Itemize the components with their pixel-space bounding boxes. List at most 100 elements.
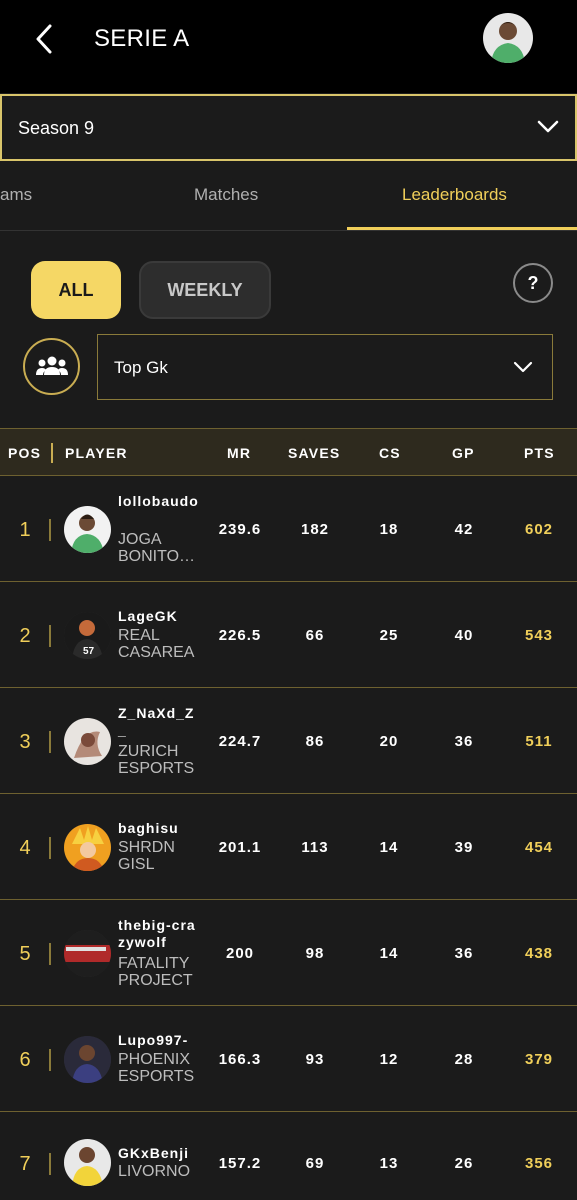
col-pos: POS (8, 445, 42, 461)
season-dropdown[interactable]: Season 9 (0, 94, 577, 161)
player-avatar: 57 (64, 612, 111, 659)
table-row[interactable]: 3 Z_NaXd_Z_ ZURICH ESPORTS 224.7 86 20 3… (0, 689, 577, 794)
stat-saves: 93 (305, 1051, 325, 1068)
stat-gp: 36 (454, 945, 474, 962)
player-team: JOGA BONITO… (118, 531, 196, 565)
stat-cs: 18 (379, 521, 399, 538)
stat-gp: 39 (454, 839, 474, 856)
row-divider (49, 519, 51, 541)
row-divider (49, 731, 51, 753)
col-pts: PTS (524, 445, 555, 461)
stat-cs: 20 (379, 733, 399, 750)
stat-cs: 14 (379, 945, 399, 962)
player-avatar (64, 506, 111, 553)
row-divider (49, 625, 51, 647)
help-button[interactable]: ? (513, 263, 553, 303)
player-team: REAL CASAREA (118, 627, 195, 661)
row-divider (49, 943, 51, 965)
stat-saves: 69 (305, 1155, 325, 1172)
col-saves: SAVES (288, 445, 341, 461)
player-avatar (64, 718, 111, 765)
row-divider (49, 1049, 51, 1071)
stat-mr: 157.2 (218, 1155, 262, 1172)
player-name: baghisu (118, 820, 179, 836)
stat-mr: 239.6 (218, 521, 262, 538)
player-name: GKxBenji (118, 1145, 190, 1161)
stat-pts: 356 (524, 1155, 554, 1172)
stat-cs: 13 (379, 1155, 399, 1172)
stat-saves: 98 (305, 945, 325, 962)
stat-gp: 28 (454, 1051, 474, 1068)
tab-teams[interactable]: ams (0, 185, 32, 205)
stat-saves: 66 (305, 627, 325, 644)
stat-pts: 454 (524, 839, 554, 856)
player-avatar (64, 1139, 111, 1186)
stat-pts: 438 (524, 945, 554, 962)
active-tab-indicator (347, 227, 577, 230)
player-name: Z_NaXd_Z_ (118, 705, 195, 738)
stat-saves: 182 (300, 521, 330, 538)
stat-gp: 36 (454, 733, 474, 750)
row-position: 3 (19, 731, 31, 753)
stat-category-dropdown[interactable]: Top Gk (97, 334, 553, 400)
player-team: LIVORNO (118, 1163, 191, 1180)
player-name: Lupo997- (118, 1032, 189, 1048)
stat-gp: 26 (454, 1155, 474, 1172)
stat-pts: 543 (524, 627, 554, 644)
stat-pts: 602 (524, 521, 554, 538)
player-team: SHRDN GISL (118, 839, 175, 873)
row-position: 6 (19, 1049, 31, 1071)
player-name: lollobaudo (118, 493, 199, 509)
stat-saves: 86 (305, 733, 325, 750)
table-row[interactable]: 2 57 LageGK REAL CASAREA 226.5 66 25 40 … (0, 583, 577, 688)
stat-cs: 25 (379, 627, 399, 644)
table-row[interactable]: 5 thebig-crazywolf FATALITY PROJECT 200 … (0, 901, 577, 1006)
table-row[interactable]: 4 baghisu SHRDN GISL 201.1 113 14 39 454 (0, 795, 577, 900)
stat-pts: 511 (525, 733, 553, 750)
season-value: Season 9 (18, 118, 95, 138)
tab-matches[interactable]: Matches (194, 185, 258, 205)
table-row[interactable]: 1 lollobaudo JOGA BONITO… 239.6 182 18 4… (0, 477, 577, 582)
col-gp: GP (452, 445, 475, 461)
stat-mr: 200 (225, 945, 255, 962)
row-position: 5 (19, 943, 31, 965)
group-toggle-button[interactable] (23, 338, 80, 395)
row-divider (49, 1153, 51, 1175)
stat-gp: 40 (454, 627, 474, 644)
player-avatar (64, 824, 111, 871)
player-team: PHOENIX ESPORTS (118, 1051, 195, 1085)
col-cs: CS (379, 445, 401, 461)
col-player: PLAYER (65, 445, 128, 461)
header-divider (51, 443, 53, 463)
tab-bar: ams Matches Leaderboards (0, 163, 577, 231)
table-row[interactable]: 7 GKxBenji LIVORNO 157.2 69 13 26 356 (0, 1113, 577, 1200)
player-team: FATALITY PROJECT (118, 955, 193, 989)
chevron-down-icon (513, 361, 533, 373)
stat-mr: 226.5 (218, 627, 262, 644)
stat-mr: 224.7 (218, 733, 262, 750)
user-avatar[interactable] (483, 13, 533, 63)
users-group-icon (35, 356, 68, 375)
stat-pts: 379 (524, 1051, 554, 1068)
svg-text:57: 57 (83, 646, 95, 657)
player-avatar (64, 1036, 111, 1083)
player-name: LageGK (118, 608, 178, 624)
chevron-down-icon (537, 120, 559, 133)
row-position: 1 (19, 519, 31, 541)
stat-mr: 166.3 (218, 1051, 262, 1068)
table-row[interactable]: 6 Lupo997- PHOENIX ESPORTS 166.3 93 12 2… (0, 1007, 577, 1112)
tab-leaderboards[interactable]: Leaderboards (402, 185, 507, 205)
back-button[interactable] (30, 22, 60, 56)
filter-weekly-button[interactable]: WEEKLY (139, 261, 271, 319)
stat-mr: 201.1 (218, 839, 262, 856)
stat-gp: 42 (454, 521, 474, 538)
col-mr: MR (227, 445, 252, 461)
stat-cs: 14 (379, 839, 399, 856)
row-position: 7 (19, 1153, 31, 1175)
stat-cs: 12 (379, 1051, 399, 1068)
player-team: ZURICH ESPORTS (118, 743, 195, 777)
row-position: 2 (19, 625, 31, 647)
chevron-left-icon (36, 24, 52, 54)
filter-all-button[interactable]: ALL (31, 261, 121, 319)
app-header: SERIE A (0, 0, 577, 93)
